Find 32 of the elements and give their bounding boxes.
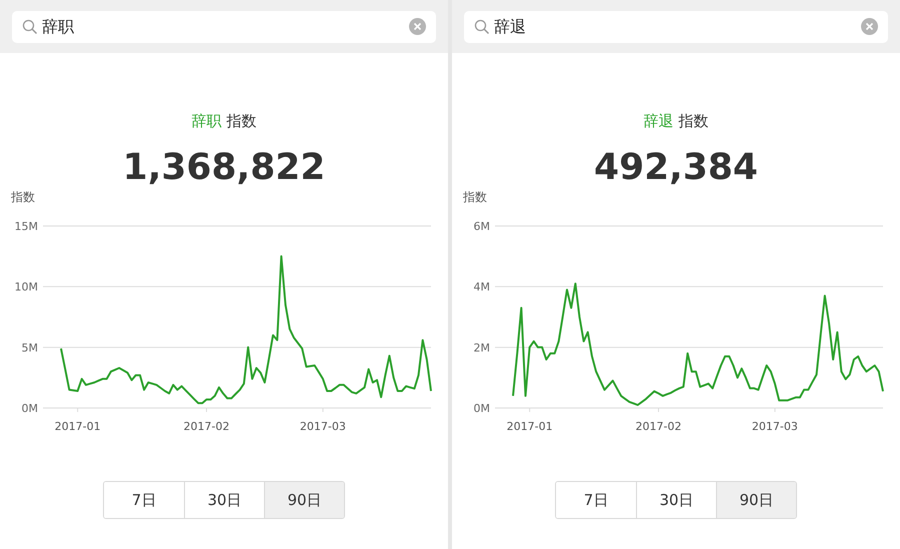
axis-label: 10M xyxy=(14,280,38,294)
search-text: 辞退 xyxy=(494,16,526,38)
axis-label: 2017-01 xyxy=(54,420,101,433)
axis-label: 5M xyxy=(22,341,38,354)
axis-title: 指数 xyxy=(11,190,35,204)
search-field[interactable]: 辞职 xyxy=(12,10,436,42)
axis-label: 2017-02 xyxy=(636,420,682,433)
axis-label: 4M xyxy=(474,280,490,294)
index-value: 492,384 xyxy=(594,149,758,187)
range-tab[interactable]: 90日 xyxy=(716,482,796,518)
axis-label: 0M xyxy=(474,402,490,415)
search-text: 辞职 xyxy=(42,16,74,38)
axis-title: 指数 xyxy=(463,190,487,204)
keyword-text: 辞退 xyxy=(644,110,674,132)
axis-label: 2017-02 xyxy=(184,420,230,433)
keyword-text: 辞职 xyxy=(192,110,222,132)
axis-label: 15M xyxy=(14,220,38,233)
clear-icon[interactable] xyxy=(409,18,426,35)
search-icon xyxy=(474,18,490,34)
range-tab[interactable]: 90日 xyxy=(264,482,344,518)
search-field[interactable]: 辞退 xyxy=(464,10,888,42)
axis-label: 2017-03 xyxy=(300,420,346,433)
clear-icon[interactable] xyxy=(861,18,878,35)
axis-label: 6M xyxy=(474,220,490,233)
axis-label: 2M xyxy=(474,341,490,354)
axis-label: 0M xyxy=(22,402,38,415)
index-label: 指数 xyxy=(226,110,256,132)
axis-label: 2017-03 xyxy=(752,420,798,433)
search-icon xyxy=(22,18,38,34)
axis-label: 2017-01 xyxy=(506,420,553,433)
index-value: 1,368,822 xyxy=(122,149,326,187)
index-label: 指数 xyxy=(678,110,708,132)
